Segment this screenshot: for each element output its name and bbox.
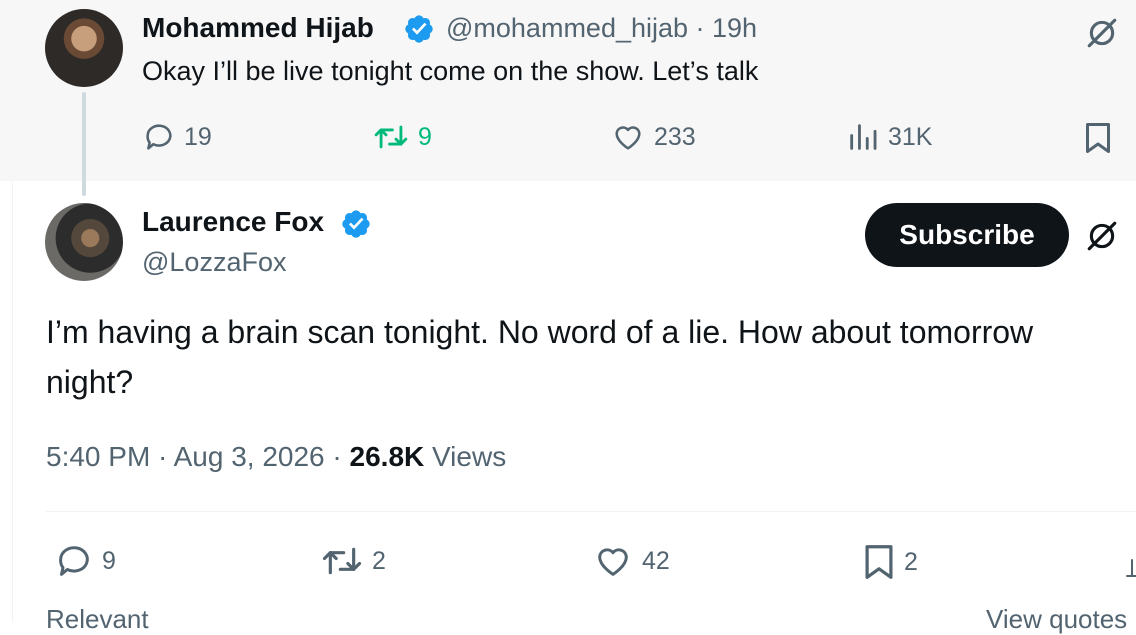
tweet-text-line-2: night?: [46, 364, 134, 400]
retweet-icon: [322, 547, 362, 575]
reply-count: 19: [184, 122, 212, 151]
tweet-views-count: 26.8K: [349, 441, 425, 472]
author-name[interactable]: Laurence Fox: [142, 206, 324, 238]
grok-icon[interactable]: [1085, 16, 1119, 50]
avatar[interactable]: [45, 9, 123, 87]
divider: [46, 511, 1136, 512]
verified-badge-icon: [342, 210, 370, 238]
parent-tweet[interactable]: Mohammed Hijab @mohammed_hijab · 19h Oka…: [0, 0, 1136, 196]
views-button[interactable]: 31K: [846, 120, 932, 154]
reply-icon: [59, 546, 89, 576]
share-icon[interactable]: [1124, 556, 1136, 580]
bookmark-icon: [865, 545, 893, 579]
grok-icon[interactable]: [1085, 219, 1119, 253]
avatar[interactable]: [45, 203, 123, 281]
like-count: 42: [642, 546, 670, 575]
reply-count: 9: [102, 546, 116, 575]
bookmark-button[interactable]: 2: [862, 541, 918, 583]
bookmark-icon[interactable]: [1082, 120, 1114, 156]
like-button[interactable]: 233: [610, 120, 696, 154]
timeline-border: [12, 181, 13, 622]
view-quotes-link[interactable]: View quotes: [986, 604, 1127, 635]
tweet-text: Okay I’ll be live tonight come on the sh…: [142, 56, 759, 86]
tweet-meta: 5:40 PM · Aug 3, 2026 · 26.8K Views: [46, 441, 506, 473]
author-handle[interactable]: @LozzaFox: [142, 247, 286, 278]
view-count: 31K: [888, 122, 933, 151]
verified-badge-icon: [405, 15, 433, 43]
views-icon: [850, 124, 877, 150]
thread-connector-line: [82, 92, 86, 196]
retweet-icon: [374, 125, 408, 149]
tweet-text-line-1: I’m having a brain scan tonight. No word…: [46, 314, 1034, 350]
sort-relevant-dropdown[interactable]: Relevant: [46, 604, 149, 635]
reply-button[interactable]: 9: [54, 541, 116, 581]
subscribe-button[interactable]: Subscribe: [865, 203, 1069, 267]
retweet-count: 2: [372, 546, 386, 575]
bookmark-count: 2: [904, 547, 918, 576]
like-count: 233: [654, 122, 696, 151]
author-name[interactable]: Mohammed Hijab: [142, 12, 374, 44]
like-button[interactable]: 42: [592, 541, 670, 581]
reply-button[interactable]: 19: [142, 120, 212, 154]
tweet-views-label: Views: [424, 441, 507, 472]
retweet-button[interactable]: 9: [372, 120, 432, 154]
like-icon: [598, 548, 628, 576]
author-handle-time[interactable]: @mohammed_hijab · 19h: [446, 13, 757, 44]
like-icon: [615, 126, 641, 150]
tweet-timestamp[interactable]: 5:40 PM · Aug 3, 2026 ·: [46, 441, 350, 472]
retweet-count: 9: [418, 122, 432, 151]
retweet-button[interactable]: 2: [320, 541, 386, 581]
reply-icon: [146, 124, 172, 150]
